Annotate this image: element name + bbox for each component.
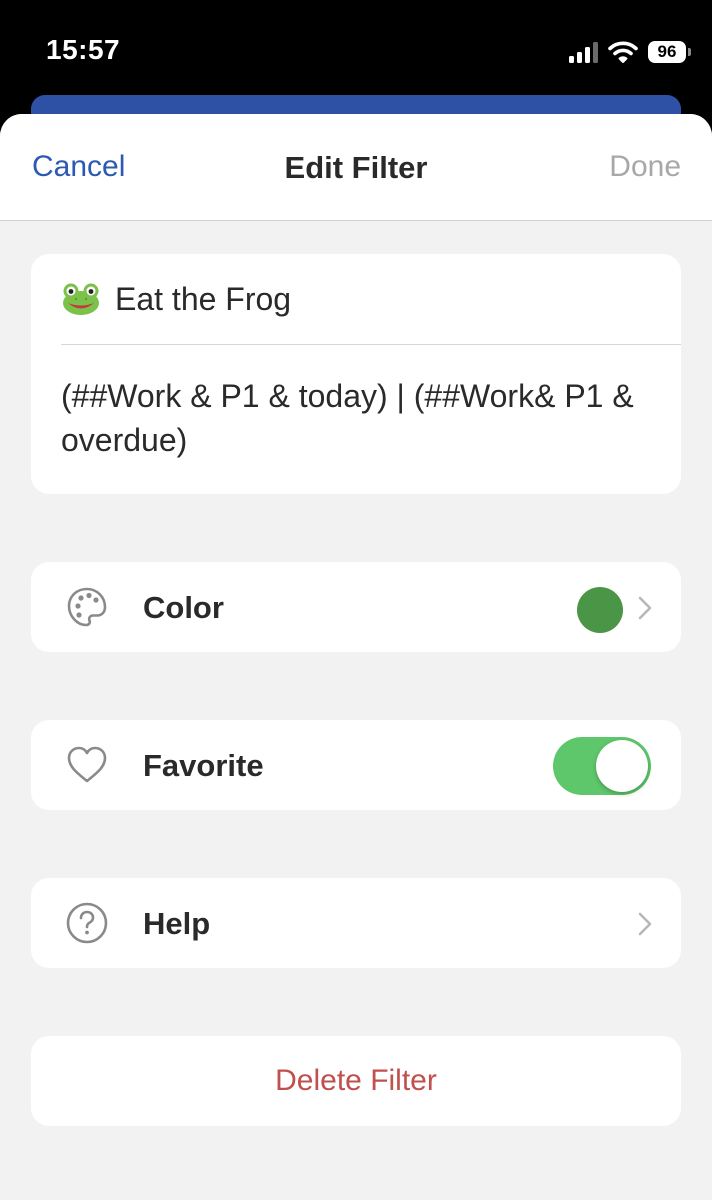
- filter-name-field[interactable]: Eat the Frog: [61, 254, 681, 345]
- help-row[interactable]: Help: [31, 878, 681, 968]
- cellular-signal-icon: [569, 41, 598, 63]
- wifi-icon: [608, 41, 638, 63]
- color-swatch: [577, 587, 623, 633]
- edit-filter-sheet: Cancel Edit Filter Done Eat the Frog (##…: [0, 114, 712, 1200]
- filter-details-card: Eat the Frog (##Work & P1 & today) | (##…: [31, 254, 681, 494]
- favorite-label: Favorite: [143, 748, 264, 783]
- status-indicators: 96: [569, 38, 691, 66]
- status-time: 15:57: [46, 34, 121, 65]
- question-circle-icon: [66, 902, 108, 944]
- help-label: Help: [143, 906, 211, 941]
- status-bar: 15:57 96: [0, 0, 712, 100]
- heart-icon: [67, 746, 107, 783]
- nav-bar: Cancel Edit Filter Done: [0, 114, 712, 221]
- battery-icon: 96: [648, 41, 691, 63]
- filter-name-text: Eat the Frog: [115, 280, 292, 317]
- cancel-button[interactable]: Cancel: [32, 150, 125, 184]
- color-row[interactable]: Color: [31, 562, 681, 652]
- chevron-right-icon: [638, 912, 652, 936]
- color-label: Color: [143, 590, 224, 625]
- favorite-toggle[interactable]: [553, 737, 651, 795]
- filter-query-field[interactable]: (##Work & P1 & today) | (##Work& P1 & ov…: [61, 374, 661, 462]
- done-button[interactable]: Done: [609, 150, 681, 184]
- chevron-right-icon: [638, 596, 652, 620]
- delete-filter-label: Delete Filter: [275, 1064, 437, 1097]
- frog-icon: [63, 283, 99, 315]
- delete-filter-button[interactable]: Delete Filter: [31, 1036, 681, 1126]
- palette-icon: [67, 587, 107, 627]
- toggle-knob: [596, 740, 648, 792]
- favorite-row: Favorite: [31, 720, 681, 810]
